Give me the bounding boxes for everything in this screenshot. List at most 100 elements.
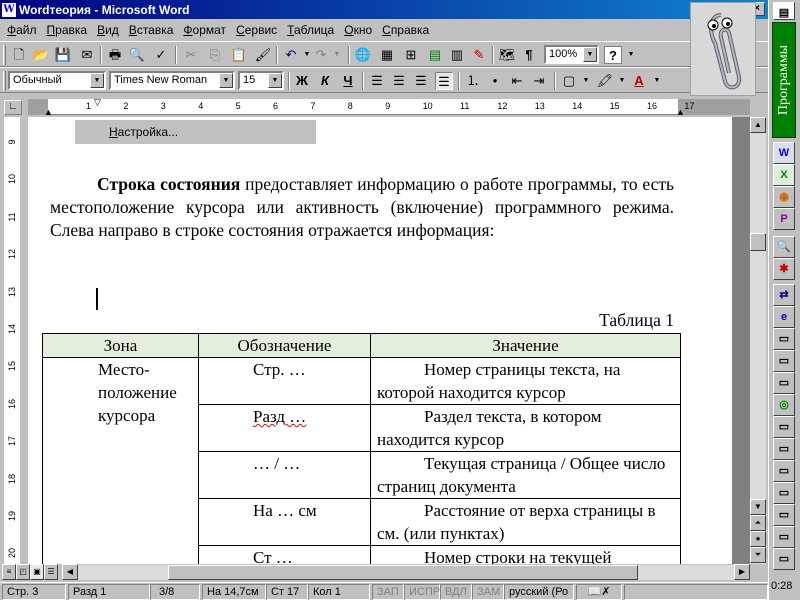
status-language[interactable]: русский (Ро — [504, 584, 574, 600]
status-line[interactable]: Ст 17 — [266, 584, 308, 600]
spelling-status-icon[interactable]: 📖✗ — [576, 584, 622, 600]
menu-tools[interactable]: Сервис — [231, 23, 282, 37]
document-page[interactable]: Строка состояния предоставляет информаци… — [28, 117, 732, 564]
status-rec[interactable]: ЗАП — [372, 584, 404, 600]
search-icon[interactable]: 🔍 — [773, 236, 795, 258]
status-page-count[interactable]: 3/8 — [150, 584, 200, 600]
shortcut-window-icon[interactable]: ▭ — [773, 372, 795, 394]
open-folder-icon[interactable]: 📂 — [32, 46, 50, 64]
tab-selector[interactable]: ∟ — [4, 100, 22, 115]
shortcut-window-icon[interactable]: ▭ — [773, 504, 795, 526]
shortcut-window-icon[interactable]: ▭ — [773, 416, 795, 438]
save-icon[interactable]: 💾 — [54, 46, 72, 64]
status-section[interactable]: Разд 1 — [68, 584, 150, 600]
show-hide-pilcrow-icon[interactable]: ¶ — [520, 46, 538, 64]
document-map-icon[interactable]: 🗺 — [498, 46, 516, 64]
underline-button[interactable]: Ч — [339, 72, 357, 90]
explorer-icon[interactable]: ⇄ — [773, 284, 795, 306]
font-color-dropdown-icon[interactable]: ▼ — [648, 72, 666, 90]
scroll-down-button[interactable]: ▼ — [750, 499, 766, 515]
toolbar-grip[interactable] — [3, 45, 6, 65]
status-track-changes[interactable]: ИСПР — [404, 584, 440, 600]
new-document-icon[interactable]: 🗋 — [10, 46, 28, 64]
drawing-icon[interactable]: ✎ — [470, 46, 488, 64]
meaning-cell[interactable]: Номер страницы текста, на которой находи… — [370, 357, 681, 405]
publisher-app-icon[interactable]: P — [773, 208, 795, 230]
print-icon[interactable]: 🖶 — [106, 46, 124, 64]
previous-page-button[interactable]: ⏶ — [750, 515, 766, 531]
email-icon[interactable]: ✉ — [78, 46, 96, 64]
chevron-down-icon[interactable]: ▼ — [90, 73, 104, 88]
status-page[interactable]: Стр. 3 — [2, 584, 66, 600]
left-indent-marker[interactable]: ▲ — [44, 107, 53, 117]
menu-insert[interactable]: Вставка — [124, 23, 179, 37]
shortcut-window-icon[interactable]: ▭ — [773, 460, 795, 482]
excel-app-icon[interactable]: X — [773, 164, 795, 186]
align-center-icon[interactable]: ☰ — [390, 72, 408, 90]
office-assistant-help-icon[interactable]: ? — [604, 46, 622, 64]
right-indent-marker[interactable]: ▲ — [676, 107, 685, 117]
scroll-up-button[interactable]: ▲ — [750, 117, 766, 133]
chevron-down-icon[interactable]: ▼ — [219, 73, 233, 88]
shortcut-window-icon[interactable]: ▭ — [773, 350, 795, 372]
normal-view-icon[interactable]: ≡ — [2, 564, 16, 580]
menu-help[interactable]: Справка — [377, 23, 434, 37]
print-preview-icon[interactable]: 🔍 — [128, 46, 146, 64]
bold-button[interactable]: Ж — [293, 72, 311, 90]
menu-item-customize[interactable]: Настройка... — [75, 120, 316, 144]
font-size-combo[interactable]: 15 ▼ — [238, 71, 284, 90]
bulleted-list-icon[interactable]: • — [486, 72, 504, 90]
status-overtype[interactable]: ЗАМ — [472, 584, 504, 600]
shortcut-window-icon[interactable]: ▭ — [773, 482, 795, 504]
highlight-dropdown-icon[interactable]: ▼ — [613, 72, 631, 90]
borders-icon[interactable]: ▢ — [560, 72, 578, 90]
code-cell[interactable]: Ст … — [198, 545, 371, 564]
meaning-cell[interactable]: Текущая страница / Общее число страниц д… — [370, 451, 681, 499]
copy-icon[interactable]: ⎘ — [206, 46, 224, 64]
status-at[interactable]: На 14,7см — [202, 584, 266, 600]
powerpoint-app-icon[interactable]: ◉ — [773, 186, 795, 208]
hyperlink-icon[interactable]: 🌐 — [354, 46, 372, 64]
spelling-icon[interactable]: ✓ — [152, 46, 170, 64]
menu-edit[interactable]: Правка — [42, 23, 93, 37]
chevron-down-icon[interactable]: ▼ — [583, 47, 597, 62]
highlight-icon[interactable]: 🖍 — [596, 72, 614, 90]
style-combo[interactable]: Обычный ▼ — [8, 71, 106, 90]
web-view-icon[interactable]: ◰ — [16, 564, 30, 580]
select-browse-object-button[interactable]: ● — [750, 531, 766, 547]
align-left-icon[interactable]: ☰ — [368, 72, 386, 90]
align-right-icon[interactable]: ☰ — [412, 72, 430, 90]
decrease-indent-icon[interactable]: ⇤ — [508, 72, 526, 90]
meaning-cell[interactable]: Раздел текста, в котором находится курсо… — [370, 404, 681, 452]
menu-table[interactable]: Таблица — [282, 23, 339, 37]
title-bar[interactable]: W Wordтеория - Microsoft Word _ □ × — [0, 0, 768, 19]
menu-file[interactable]: Файл — [2, 23, 42, 37]
toolbar-grip[interactable] — [3, 71, 6, 91]
paragraph[interactable]: Строка состояния предоставляет информаци… — [50, 173, 674, 242]
borders-dropdown-icon[interactable]: ▼ — [577, 72, 595, 90]
zone-cell[interactable]: Место-положение курсора — [42, 357, 199, 564]
cut-icon[interactable]: ✂ — [182, 46, 200, 64]
internet-explorer-icon[interactable]: e — [773, 306, 795, 328]
vertical-scrollbar[interactable]: ▲ ▼ ⏶ ● ⏷ — [750, 117, 766, 564]
chevron-down-icon[interactable]: ▼ — [268, 73, 282, 88]
code-cell[interactable]: На … см — [198, 498, 371, 546]
italic-button[interactable]: К — [316, 72, 334, 90]
scroll-left-button[interactable]: ◀ — [62, 564, 78, 580]
print-layout-icon[interactable]: ▣ — [30, 564, 44, 580]
menu-format[interactable]: Формат — [178, 23, 231, 37]
menu-window[interactable]: Окно — [339, 23, 377, 37]
meaning-cell[interactable]: Номер строки на текущей — [370, 545, 681, 564]
table-header-cell[interactable]: Зона — [42, 333, 199, 358]
horizontal-scroll-thumb[interactable] — [168, 565, 638, 580]
columns-icon[interactable]: ▥ — [448, 46, 466, 64]
shortcut-window-icon[interactable]: ▭ — [773, 328, 795, 350]
office-bar-menu-icon[interactable]: ▤ — [773, 2, 795, 20]
shortcut-window-icon[interactable]: ▭ — [773, 526, 795, 548]
format-painter-icon[interactable]: 🖌 — [254, 46, 272, 64]
outline-view-icon[interactable]: ☰ — [44, 564, 58, 580]
justify-icon[interactable]: ☰ — [435, 72, 453, 90]
table-header-cell[interactable]: Значение — [370, 333, 681, 358]
insert-excel-icon[interactable]: ▤ — [426, 46, 444, 64]
code-cell[interactable]: … / … — [198, 451, 371, 499]
